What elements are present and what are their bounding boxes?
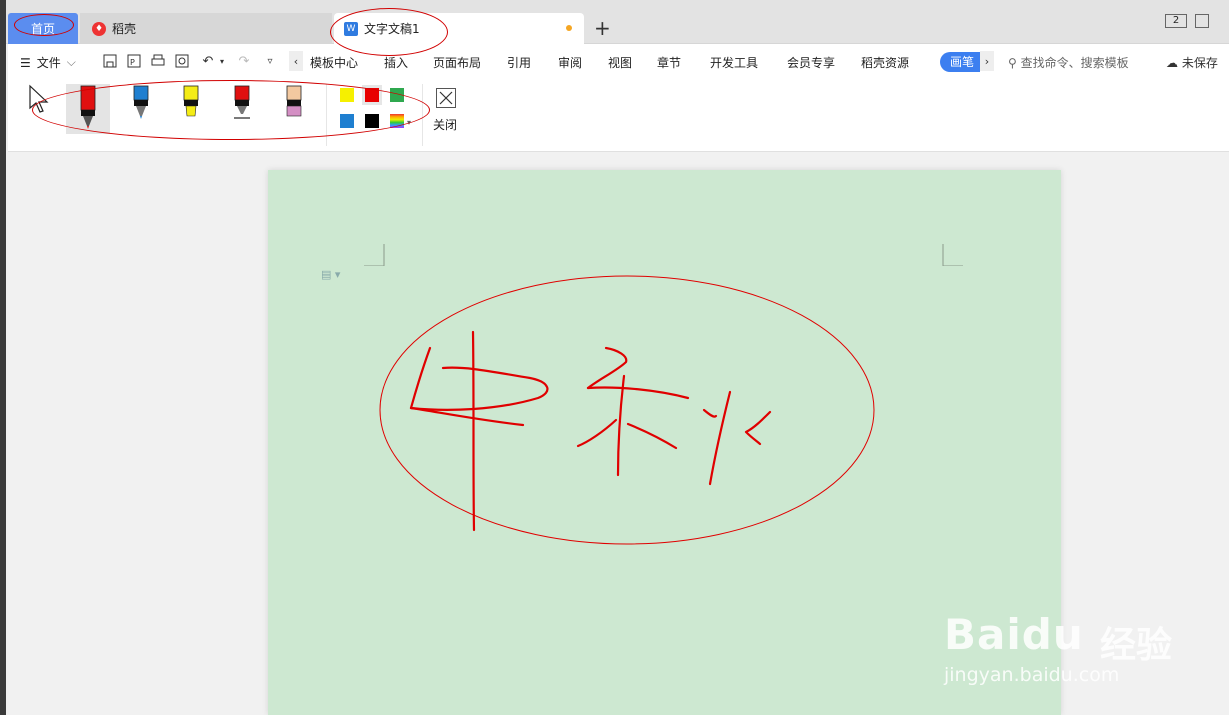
close-pen-button[interactable] [436,88,456,108]
yellow-highlighter-tool[interactable] [169,84,213,134]
docer-logo-icon: ♦ [92,21,106,36]
blue-marker-tool[interactable] [119,84,163,134]
ribbon-tab-member[interactable]: 会员专享 [787,54,835,71]
ribbon-tab-insert[interactable]: 插入 [384,54,408,71]
eraser-tool[interactable] [272,84,316,134]
ribbon-tab-docer-resources[interactable]: 稻壳资源 [861,54,909,71]
toolbar-divider [326,84,327,146]
search-icon: ⚲ [1008,56,1017,70]
watermark-url: jingyan.baidu.com [944,664,1120,686]
ribbon-tab-view[interactable]: 视图 [608,54,632,71]
red-marker-tool[interactable] [66,84,110,134]
color-dropdown-icon[interactable]: ▾ [407,118,411,127]
toolbar-divider [422,84,423,146]
scroll-tabs-right-icon[interactable]: › [980,51,994,71]
print-icon[interactable] [150,53,166,69]
watermark-logo-text: Baidu [944,610,1084,659]
save-icon[interactable] [102,53,118,69]
menu-bar: ☰ 文件 ⌵ P ↶ ▾ ↷ ▿ ‹ 模板中心 插入 页面布局 引用 审阅 视图… [8,44,1229,78]
color-swatch-yellow[interactable] [340,88,354,102]
customize-toolbar-icon[interactable]: ▿ [262,53,278,69]
file-menu-button[interactable]: ☰ 文件 ⌵ [20,54,76,71]
chevron-down-icon: ⌵ [66,55,76,69]
redo-icon[interactable]: ↷ [236,53,252,69]
scroll-tabs-left-icon[interactable]: ‹ [289,51,303,71]
ribbon-tab-chapter[interactable]: 章节 [657,54,681,71]
writer-doc-icon: W [344,21,358,36]
ribbon-tab-developer[interactable]: 开发工具 [710,54,758,71]
ribbon-tab-pen[interactable]: 画笔 [940,52,980,72]
window-controls: 2 [1165,14,1209,28]
tab-document-label: 文字文稿1 [364,22,420,36]
color-swatch-custom[interactable] [390,114,404,128]
ribbon-tab-templates[interactable]: 模板中心 [310,54,358,71]
layout-tile-icon[interactable] [1195,14,1209,28]
window-edge [0,0,6,715]
export-pdf-icon[interactable]: P [126,53,142,69]
svg-text:P: P [130,58,135,67]
command-search[interactable]: ⚲ 查找命令、搜索模板 [1008,54,1129,71]
tab-docer-label: 稻壳 [112,22,137,36]
window-count-badge[interactable]: 2 [1165,14,1187,28]
ribbon-tab-references[interactable]: 引用 [507,54,531,71]
cloud-save-status[interactable]: ☁ 未保存 [1166,54,1218,71]
baidu-watermark: Baidu 经验 jingyan.baidu.com [940,600,1180,695]
ribbon-tab-pen-label: 画笔 [950,55,975,69]
tab-document[interactable]: W 文字文稿1 [334,13,584,44]
tab-bar: 首页 ♦ 稻壳 W 文字文稿1 + 2 [0,0,1229,715]
ribbon-tab-page-layout[interactable]: 页面布局 [433,54,481,71]
hamburger-icon: ☰ [20,55,31,70]
red-pen-tool[interactable] [220,84,264,134]
pen-toolbar: ▾ 关闭 [8,78,1229,152]
color-swatch-blue[interactable] [340,114,354,128]
color-swatch-red[interactable] [362,85,382,105]
save-status-label: 未保存 [1181,56,1218,70]
ink-handwriting [409,330,772,532]
print-preview-icon[interactable] [174,53,190,69]
select-cursor-icon[interactable] [28,84,52,120]
tab-docer[interactable]: ♦ 稻壳 [80,13,332,44]
tab-home[interactable]: 首页 [8,13,78,44]
watermark-cn-text: 经验 [1100,625,1173,666]
add-tab-button[interactable]: + [594,16,611,40]
close-icon [439,91,453,105]
command-search-placeholder: 查找命令、搜索模板 [1020,56,1129,70]
color-swatch-black[interactable] [365,114,379,128]
undo-dropdown-icon[interactable]: ▾ [214,53,230,69]
file-menu-label: 文件 [36,56,61,70]
color-swatch-green[interactable] [390,88,404,102]
close-pen-label[interactable]: 关闭 [433,116,457,133]
tab-home-label: 首页 [30,22,55,36]
cloud-icon: ☁ [1166,56,1178,70]
ribbon-tab-review[interactable]: 审阅 [558,54,582,71]
unsaved-indicator-dot [566,25,572,31]
